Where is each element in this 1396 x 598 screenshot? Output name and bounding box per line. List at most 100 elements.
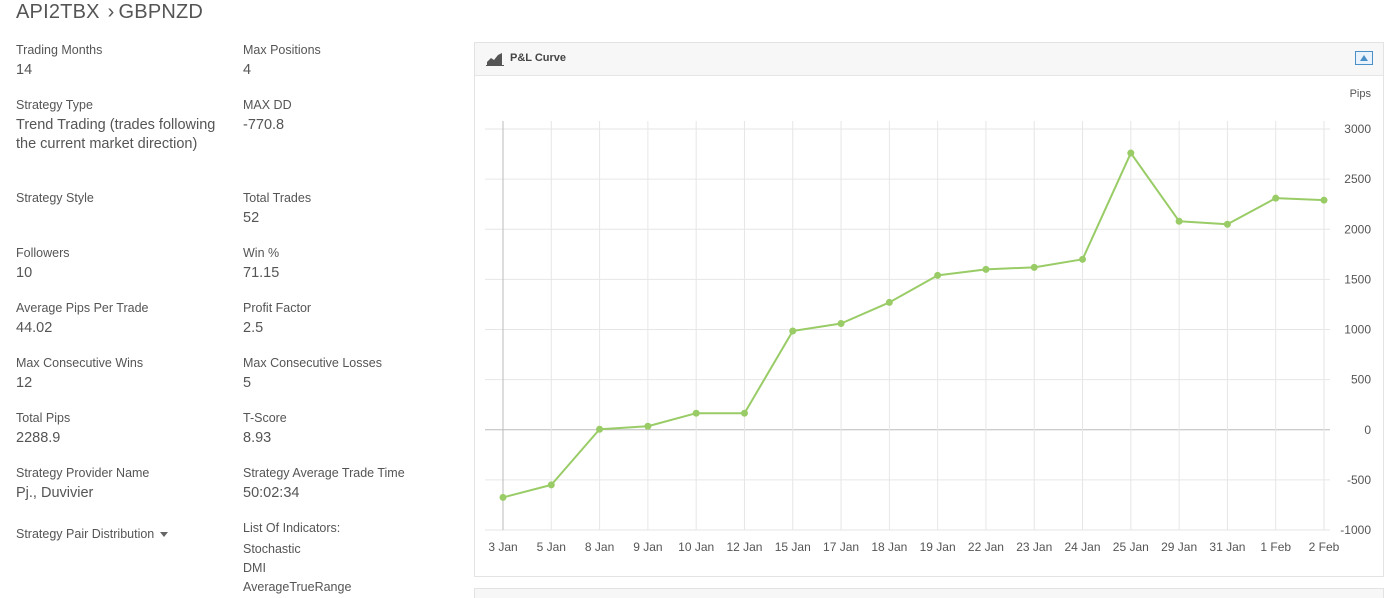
data-point <box>982 265 990 273</box>
data-point <box>1320 196 1328 204</box>
data-point <box>1127 149 1135 157</box>
y-tick-label: 1000 <box>1344 323 1371 337</box>
x-tick-label: 1 Feb <box>1260 540 1291 554</box>
data-point <box>789 327 797 335</box>
x-tick-label: 15 Jan <box>775 540 811 554</box>
indicator-item: AverageTrueRange <box>243 580 352 594</box>
data-point <box>885 298 893 306</box>
data-point <box>596 425 604 433</box>
stat-max-dd: MAX DD -770.8 <box>243 98 458 135</box>
page-title: API2TBX › GBPNZD <box>16 1 203 24</box>
x-tick-label: 31 Jan <box>1209 540 1245 554</box>
stat-value: Pj., Duvivier <box>16 485 94 501</box>
stat-value: 10 <box>16 265 33 281</box>
y-tick-label: 0 <box>1364 423 1371 437</box>
stat-value: 2288.9 <box>16 430 61 446</box>
x-tick-label: 18 Jan <box>871 540 907 554</box>
indicators-list: List Of Indicators: Stochastic DMI Avera… <box>243 521 458 597</box>
series-line <box>502 152 1325 499</box>
stat-total-trades: Total Trades 52 <box>243 191 458 228</box>
stat-average-pips: Average Pips Per Trade 44.02 <box>16 301 231 338</box>
y-tick-label: 500 <box>1351 373 1371 387</box>
stat-average-trade-time: Strategy Average Trade Time 50:02:34 <box>243 466 458 503</box>
data-point <box>1030 263 1038 271</box>
data-point <box>837 319 845 327</box>
y-tick-label: -500 <box>1347 473 1371 487</box>
stat-label: Win % <box>243 246 280 260</box>
stat-win-percent: Win % 71.15 <box>243 246 458 283</box>
x-tick-label: 12 Jan <box>726 540 762 554</box>
stat-label: Average Pips Per Trade <box>16 301 149 315</box>
indicator-item: DMI <box>243 561 266 575</box>
y-tick-label: 2000 <box>1344 222 1371 236</box>
stat-profit-factor: Profit Factor 2.5 <box>243 301 458 338</box>
stat-label: Trading Months <box>16 43 103 57</box>
data-point <box>499 493 507 501</box>
y-tick-label: 1500 <box>1344 272 1371 286</box>
stat-value: 5 <box>243 375 252 391</box>
stat-value: 50:02:34 <box>243 485 300 501</box>
stat-value: 52 <box>243 210 260 226</box>
stat-followers: Followers 10 <box>16 246 231 283</box>
x-tick-label: 24 Jan <box>1065 540 1101 554</box>
currency-pair: GBPNZD <box>118 1 204 23</box>
stat-value: 14 <box>16 62 33 78</box>
x-tick-label: 22 Jan <box>968 540 1004 554</box>
data-point <box>644 422 652 430</box>
stat-label: MAX DD <box>243 98 292 112</box>
next-panel-edge <box>474 588 1384 598</box>
data-point <box>692 409 700 417</box>
collapse-toggle-icon[interactable] <box>1355 51 1373 70</box>
x-tick-label: 10 Jan <box>678 540 714 554</box>
stat-trading-months: Trading Months 14 <box>16 43 231 80</box>
stat-label: T-Score <box>243 411 287 425</box>
data-point <box>1223 220 1231 228</box>
stat-value: 4 <box>243 62 252 78</box>
stat-max-positions: Max Positions 4 <box>243 43 458 80</box>
x-tick-label: 3 Jan <box>488 540 517 554</box>
stat-max-consecutive-losses: Max Consecutive Losses 5 <box>243 356 458 393</box>
stat-t-score: T-Score 8.93 <box>243 411 458 448</box>
stat-label: Max Positions <box>243 43 321 57</box>
pl-curve-panel: P&L Curve -1000 -500 0 500 1000 1500 2000 2500 3… <box>474 42 1384 577</box>
x-tick-label: 5 Jan <box>537 540 566 554</box>
data-point <box>1079 255 1087 263</box>
stat-value: -770.8 <box>243 117 285 133</box>
stat-strategy-type: Strategy Type Trend Trading (trades foll… <box>16 98 226 154</box>
x-tick-label: 25 Jan <box>1113 540 1149 554</box>
data-point <box>1272 194 1280 202</box>
pair-distribution-label: Strategy Pair Distribution <box>16 527 155 541</box>
panel-header: P&L Curve <box>475 43 1383 76</box>
area-chart-icon <box>486 52 504 71</box>
stat-label: Strategy Average Trade Time <box>243 466 405 480</box>
stat-label: Followers <box>16 246 70 260</box>
strategy-name: API2TBX <box>16 1 100 23</box>
data-point <box>740 409 748 417</box>
x-tick-label: 17 Jan <box>823 540 859 554</box>
stat-value: 12 <box>16 375 33 391</box>
x-tick-label: 8 Jan <box>585 540 614 554</box>
stat-label: Max Consecutive Wins <box>16 356 144 370</box>
stat-value: 71.15 <box>243 265 280 281</box>
pl-line-chart: -1000 -500 0 500 1000 1500 2000 2500 3000 3 Jan 5 … <box>485 88 1372 554</box>
x-tick-label: 29 Jan <box>1161 540 1197 554</box>
x-tick-label: 2 Feb <box>1309 540 1340 554</box>
panel-title: P&L Curve <box>510 52 567 64</box>
indicators-label: List Of Indicators: <box>243 521 341 535</box>
y-axis-label: Pips <box>1350 88 1372 100</box>
stat-value: 8.93 <box>243 430 272 446</box>
pair-distribution-toggle[interactable]: Strategy Pair Distribution <box>16 527 231 542</box>
stat-label: Profit Factor <box>243 301 312 315</box>
data-point <box>1175 217 1183 225</box>
stat-label: Strategy Provider Name <box>16 466 150 480</box>
stat-label: Max Consecutive Losses <box>243 356 382 370</box>
stat-label: Strategy Type <box>16 98 93 112</box>
stat-label: Total Trades <box>243 191 312 205</box>
breadcrumb-separator: › <box>107 1 115 23</box>
stat-label: Total Pips <box>16 411 71 425</box>
y-tick-label: 2500 <box>1344 172 1371 186</box>
pair-distribution-row: Strategy Pair Distribution <box>16 527 231 542</box>
stat-value: 44.02 <box>16 320 53 336</box>
indicator-item: Stochastic <box>243 542 301 556</box>
x-tick-label: 23 Jan <box>1016 540 1052 554</box>
